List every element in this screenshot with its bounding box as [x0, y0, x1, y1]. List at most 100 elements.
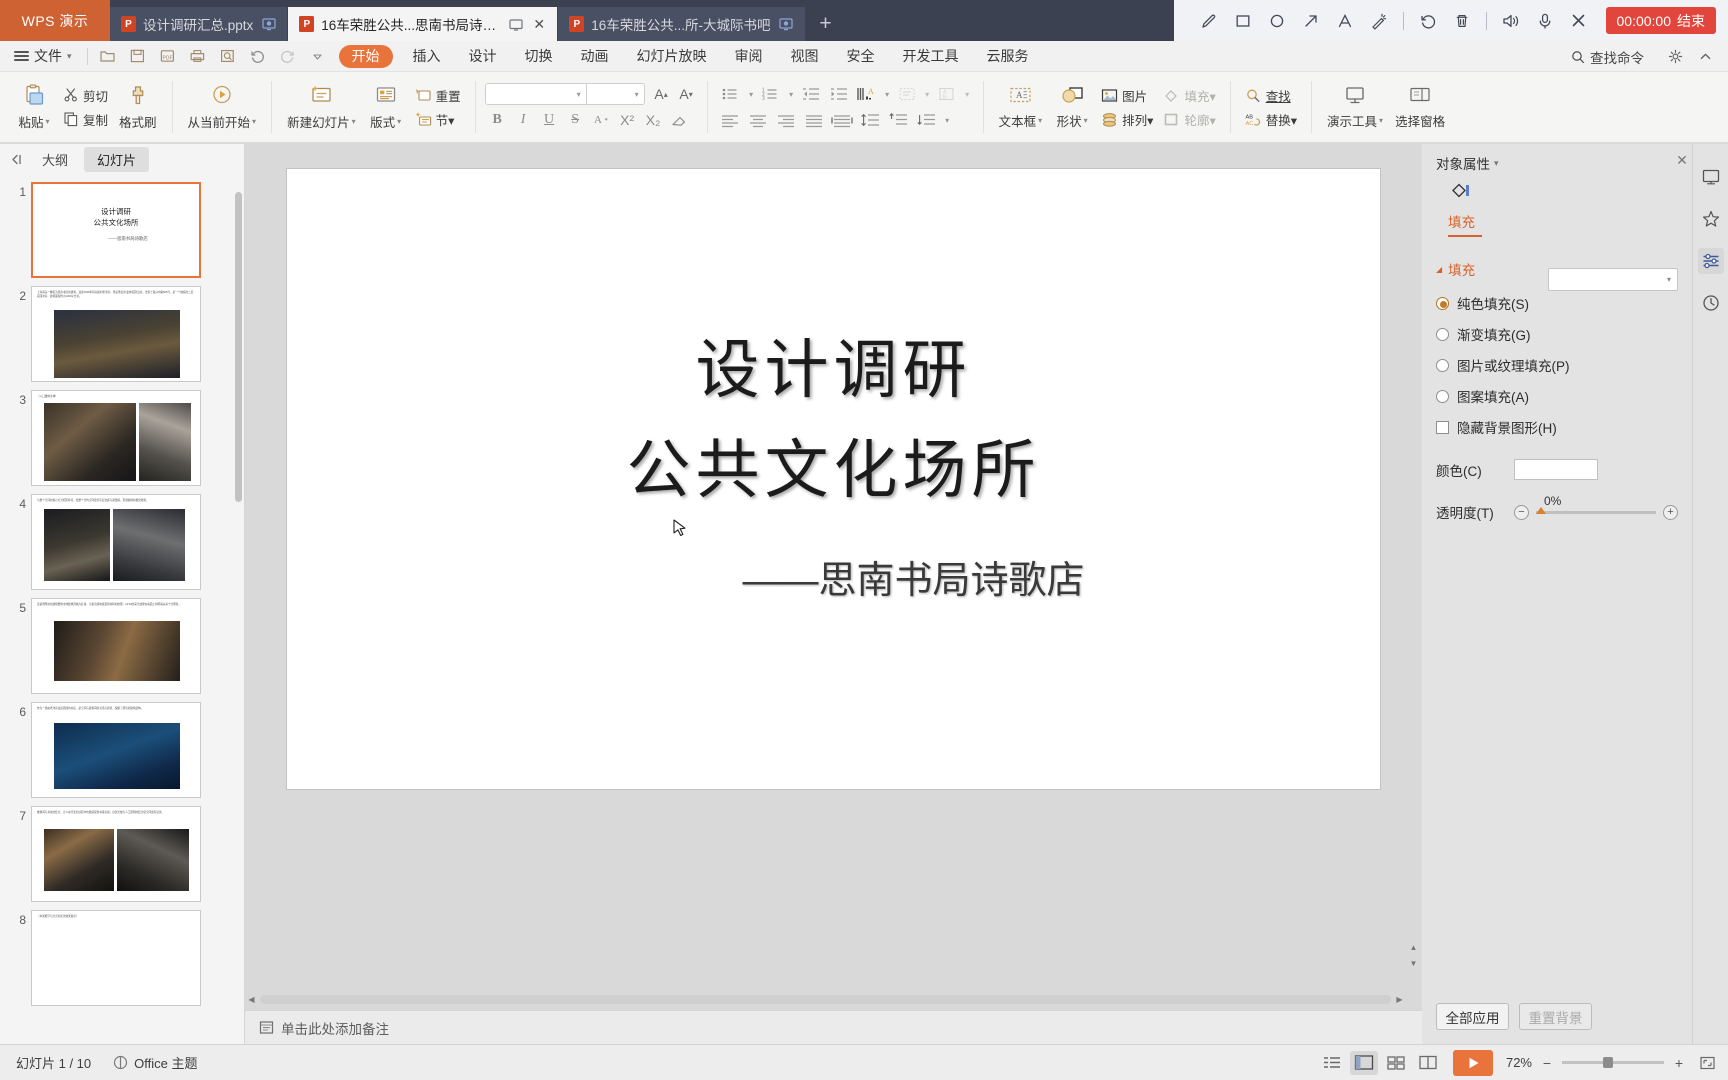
selection-pane-button[interactable]: 选择窗格 [1390, 82, 1450, 133]
slide-canvas[interactable]: 设计调研 公共文化场所 ——思南书局诗歌店 [287, 169, 1380, 789]
chevron-down-icon[interactable]: ▾ [786, 83, 797, 106]
reset-background-button[interactable]: 重置背景 [1519, 1003, 1592, 1030]
collapse-ribbon-icon[interactable] [1690, 41, 1720, 72]
text-icon[interactable] [1328, 0, 1362, 41]
tab-outline[interactable]: 大纲 [29, 147, 81, 172]
magic-wand-icon[interactable] [1362, 0, 1396, 41]
menu-tab-review[interactable]: 审阅 [721, 41, 777, 72]
columns-button[interactable] [914, 109, 941, 132]
menu-tab-transition[interactable]: 切换 [511, 41, 567, 72]
close-icon[interactable] [1562, 0, 1596, 41]
vertical-scrollbar[interactable]: ▲ ▼ [1407, 144, 1420, 992]
slide-thumbnail-7[interactable]: 7 楼梯间与书架的结合，让人在行走的过程中也能感受到书香氛围，自然光线与人工照明… [0, 802, 244, 906]
chevron-down-icon[interactable]: ▾ [882, 83, 893, 106]
cut-button[interactable]: 剪切 [59, 85, 112, 106]
bold-button[interactable]: B [485, 109, 510, 131]
h-scrollbar-thumb[interactable] [260, 995, 1391, 1004]
scroll-up-button[interactable]: ▲ [1407, 940, 1420, 954]
menu-tab-design[interactable]: 设计 [455, 41, 511, 72]
document-tab-1[interactable]: P 设计调研汇总.pptx [110, 7, 289, 41]
align-center-button[interactable] [746, 109, 773, 132]
shapes-button[interactable]: 形状 ▾ [1049, 82, 1095, 133]
slide-thumbnail-6[interactable]: 6 作为一座由老洋房改造而成的书店，是空间与建筑间的对话与延续，保留了原有的建筑… [0, 698, 244, 802]
fill-button[interactable]: 填充▾ [1159, 85, 1219, 106]
zoom-slider-thumb[interactable] [1603, 1057, 1613, 1068]
menu-tab-security[interactable]: 安全 [833, 41, 889, 72]
replace-button[interactable]: AB AC 替换▾ [1241, 109, 1301, 130]
slide-thumbnail-3[interactable]: 3 （入口楼梯主体） [0, 386, 244, 490]
arrange-button[interactable]: 排列▾ [1097, 109, 1157, 130]
presentation-tools-button[interactable]: 演示工具 ▾ [1322, 82, 1388, 133]
align-text-button[interactable] [894, 83, 921, 106]
animation-icon[interactable] [1698, 206, 1724, 232]
slider-thumb[interactable] [1536, 506, 1546, 514]
radio-icon[interactable] [1436, 389, 1449, 403]
line-spacing-button[interactable] [858, 109, 885, 132]
print-icon[interactable] [183, 41, 213, 72]
fill-tab-label[interactable]: 填充 [1436, 207, 1678, 235]
save-as-icon[interactable]: PDF [153, 41, 183, 72]
chevron-down-icon[interactable]: ▾ [942, 109, 953, 132]
option-pattern-fill[interactable]: 图案填充(A) [1436, 386, 1678, 406]
notes-pane[interactable]: 单击此处添加备注 [245, 1010, 1422, 1044]
outline-view-icon[interactable] [1318, 1051, 1346, 1075]
menu-tab-developer[interactable]: 开发工具 [889, 41, 973, 72]
history-icon[interactable] [1698, 290, 1724, 316]
object-properties-icon[interactable] [1697, 248, 1724, 274]
undo-icon[interactable] [243, 41, 273, 72]
slide-thumbnail-1[interactable]: 1 设计调研 公共文化场所 ——思南书局诗歌店 [0, 178, 244, 282]
subscript-button[interactable]: X₂ [641, 109, 666, 131]
zoom-in-button[interactable]: + [1673, 1055, 1685, 1071]
align-left-button[interactable] [718, 109, 745, 132]
new-slide-button[interactable]: 新建幻灯片 ▾ [282, 81, 361, 134]
chevron-down-icon[interactable]: ▾ [746, 83, 757, 106]
start-slideshow-button[interactable] [1452, 1049, 1493, 1076]
menu-tab-view[interactable]: 视图 [777, 41, 833, 72]
slide-thumbnail-4[interactable]: 4 与整个空间的核心灯光相互呼应，使整个室内空间更具有层次感与通透感，形成独特的… [0, 490, 244, 594]
close-tab-icon[interactable]: ✕ [531, 16, 547, 33]
increase-indent-button[interactable] [826, 83, 853, 106]
open-icon[interactable] [93, 41, 123, 72]
font-size-select[interactable]: ▾ [586, 83, 645, 105]
slide-sorter-icon[interactable] [1382, 1051, 1410, 1075]
arrow-icon[interactable] [1294, 0, 1328, 41]
normal-view-icon[interactable] [1349, 1050, 1378, 1075]
trash-icon[interactable] [1445, 0, 1479, 41]
panel-header[interactable]: 对象属性 ▾ [1436, 144, 1678, 175]
redo-icon[interactable] [273, 41, 303, 72]
picture-button[interactable]: 图片 [1097, 85, 1157, 106]
slide-thumbnail-8[interactable]: 8 （书架细节与灯光的实景效果展示） [0, 906, 244, 1010]
apply-all-button[interactable]: 全部应用 [1436, 1003, 1509, 1030]
checkbox-icon[interactable] [1436, 420, 1449, 434]
zoom-level-label[interactable]: 72% [1506, 1055, 1532, 1070]
tab-slides[interactable]: 幻灯片 [84, 146, 150, 172]
transparency-slider[interactable]: − 0% + [1514, 494, 1678, 520]
scroll-right-button[interactable]: ▶ [1393, 993, 1406, 1006]
textbox-button[interactable]: A 文本框 ▾ [994, 82, 1048, 133]
strikethrough-button[interactable]: S [563, 109, 588, 131]
scrollbar-thumb[interactable] [235, 192, 242, 502]
slider-track[interactable]: 0% [1536, 494, 1656, 514]
italic-button[interactable]: I [511, 109, 536, 131]
from-current-slide-button[interactable]: 从当前开始 ▾ [183, 81, 262, 134]
microphone-icon[interactable] [1528, 0, 1562, 41]
slide-title-line1[interactable]: 设计调研 [287, 319, 1380, 411]
cast-icon[interactable] [778, 16, 795, 32]
print-preview-icon[interactable] [213, 41, 243, 72]
paste-button[interactable]: 粘贴 ▾ [11, 81, 57, 134]
ellipse-icon[interactable] [1260, 0, 1294, 41]
increase-transparency-button[interactable]: + [1663, 504, 1678, 520]
outline-button[interactable]: 轮廓▾ [1159, 109, 1219, 130]
numbering-button[interactable]: 123 [758, 83, 785, 106]
horizontal-scrollbar[interactable]: ◀ ▶ [245, 993, 1406, 1006]
rectangle-icon[interactable] [1226, 0, 1260, 41]
scroll-left-button[interactable]: ◀ [245, 993, 258, 1006]
decrease-indent-button[interactable] [798, 83, 825, 106]
bullets-button[interactable] [718, 83, 745, 106]
justify-button[interactable] [802, 109, 829, 132]
distribute-button[interactable] [830, 109, 857, 132]
reading-view-icon[interactable] [1414, 1051, 1442, 1075]
convert-to-smartart-button[interactable]: AB [934, 83, 961, 106]
end-presentation-button[interactable]: 00:00:00 结束 [1605, 7, 1716, 34]
chevron-down-icon[interactable]: ▾ [922, 83, 933, 106]
